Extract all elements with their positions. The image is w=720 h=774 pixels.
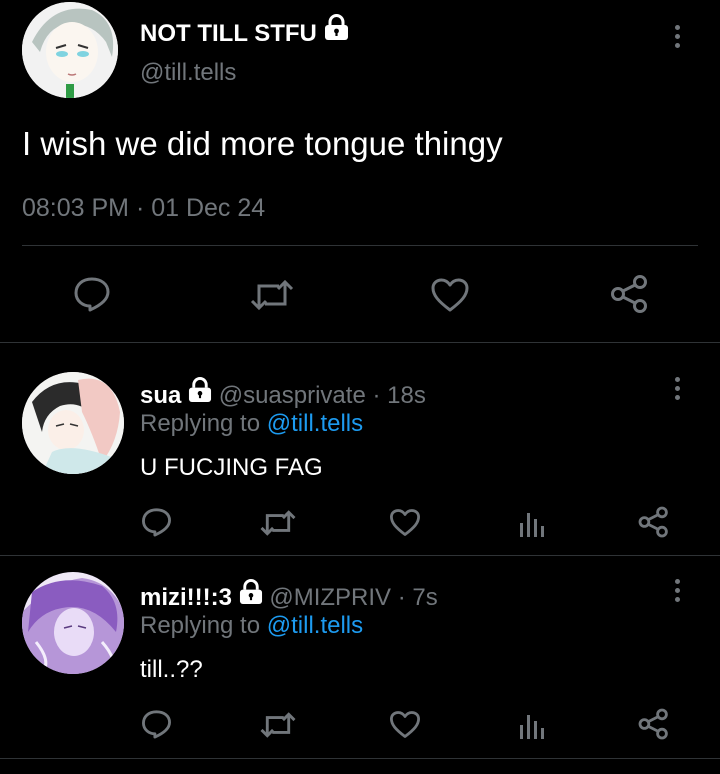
analytics-icon[interactable] xyxy=(518,509,546,539)
reply-icon[interactable] xyxy=(141,709,172,739)
divider xyxy=(0,342,720,343)
share-icon[interactable] xyxy=(638,506,670,538)
replying-to-link[interactable]: @till.tells xyxy=(267,612,363,639)
reply-icon[interactable] xyxy=(73,276,111,312)
replying-to: Replying to @till.tells xyxy=(140,611,363,641)
more-options-icon[interactable] xyxy=(675,377,681,404)
divider xyxy=(0,555,720,556)
lock-icon xyxy=(239,579,263,613)
main-display-name-text: NOT TILL STFU xyxy=(140,20,317,47)
main-timestamp: 08:03 PM · 01 Dec 24 xyxy=(22,194,266,222)
reply-avatar[interactable] xyxy=(22,372,124,474)
divider xyxy=(22,245,698,246)
lock-icon xyxy=(324,14,349,49)
more-options-icon[interactable] xyxy=(675,579,681,606)
share-icon[interactable] xyxy=(638,708,670,740)
retweet-icon[interactable] xyxy=(259,711,297,739)
main-handle[interactable]: @till.tells xyxy=(140,58,236,88)
retweet-icon[interactable] xyxy=(259,509,297,537)
reply-time: · 18s xyxy=(372,382,426,409)
main-tweet-text: I wish we did more tongue thingy xyxy=(22,125,503,162)
like-icon[interactable] xyxy=(389,710,421,739)
reply-handle: @suasprivate xyxy=(218,382,366,409)
main-avatar[interactable] xyxy=(22,2,118,98)
reply-display-name: sua xyxy=(140,382,182,409)
like-icon[interactable] xyxy=(430,277,470,313)
replying-to-link[interactable]: @till.tells xyxy=(267,410,363,437)
reply-text: till..?? xyxy=(140,656,203,683)
reply-text: U FUCJING FAG xyxy=(140,454,323,481)
reply-avatar[interactable] xyxy=(22,572,124,674)
lock-icon xyxy=(188,377,212,411)
more-options-icon[interactable] xyxy=(675,25,681,52)
reply-time: · 7s xyxy=(397,584,438,611)
share-icon[interactable] xyxy=(610,274,650,314)
replying-to-label: Replying to xyxy=(140,410,261,437)
divider xyxy=(0,758,720,759)
reply-icon[interactable] xyxy=(141,507,172,537)
reply-header[interactable]: mizi!!!:3 @MIZPRIV · 7s xyxy=(140,579,438,613)
reply-handle: @MIZPRIV xyxy=(269,584,392,611)
reply-display-name: mizi!!!:3 xyxy=(140,584,232,611)
replying-to-label: Replying to xyxy=(140,612,261,639)
retweet-icon[interactable] xyxy=(249,278,295,312)
like-icon[interactable] xyxy=(389,508,421,537)
analytics-icon[interactable] xyxy=(518,711,546,741)
main-display-name[interactable]: NOT TILL STFU xyxy=(140,14,349,49)
replying-to: Replying to @till.tells xyxy=(140,409,363,439)
reply-header[interactable]: sua @suasprivate · 18s xyxy=(140,377,426,411)
